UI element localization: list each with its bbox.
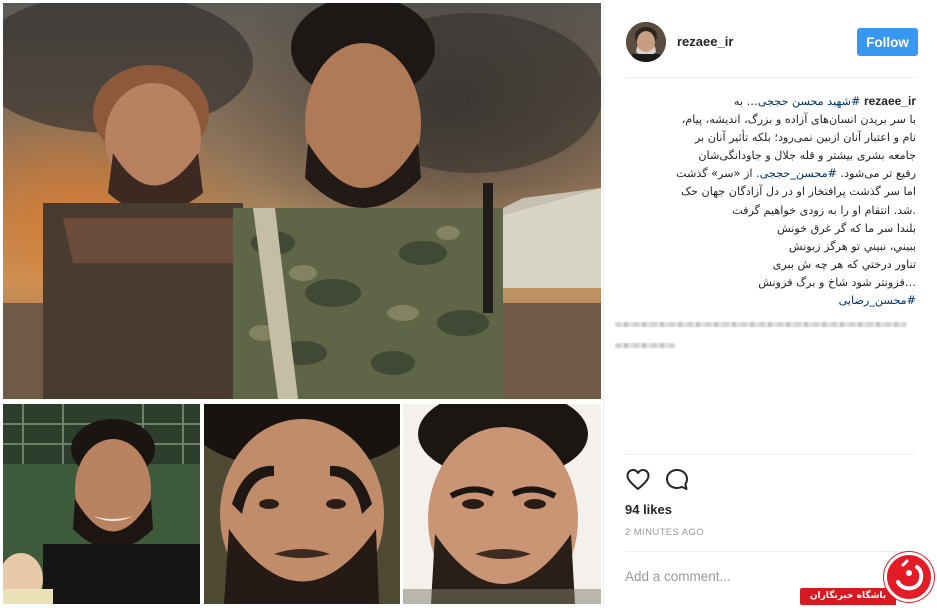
likes-count[interactable]: 94 likes <box>625 502 672 517</box>
caption-text: . از «سر» گذشت <box>676 167 760 181</box>
caption-line: جامعه بشری بیشتر و قله جلال و جاودانگی‌ش… <box>698 149 916 163</box>
post-header: rezaee_ir Follow <box>626 20 918 78</box>
redacted-comment <box>615 322 907 327</box>
comment-input[interactable] <box>625 566 875 586</box>
caption-line: ببيني، نبيني تو هرگز زبونش <box>788 239 916 253</box>
post-photo-portrait-smiling <box>3 404 200 604</box>
post-timestamp[interactable]: 2 MINUTES AGO <box>625 527 704 538</box>
actions-divider <box>625 454 915 455</box>
caption-line: تناور درختي که هر چه ش ببری <box>772 257 916 271</box>
caption-username[interactable]: rezaee_ir <box>864 94 916 108</box>
caption-text: رفیع تر می‌شود. <box>836 167 917 181</box>
hashtag-link[interactable]: #محسن_رضایی <box>626 292 916 310</box>
caption-line: rezaee_ir #شهید محسن حججی… به <box>626 92 916 111</box>
post-photo-portrait-closeup <box>204 404 400 604</box>
watermark-label: باشگاه خبرنگاران <box>800 588 896 605</box>
post-media-collage[interactable] <box>0 0 603 608</box>
caption-line: اما سر گذشت پرافتخار او در دل آزادگان جه… <box>681 185 916 199</box>
avatar[interactable] <box>626 22 666 62</box>
redacted-comment <box>615 343 675 348</box>
hashtag-link[interactable]: #محسن_حججی <box>760 167 837 180</box>
caption-line: …فزونتر شود شاخ و برگ فزونش <box>758 275 916 289</box>
heart-icon[interactable] <box>625 467 651 493</box>
caption-line: با سر بریدن انسان‌های آزاده و بزرگ، اندی… <box>681 113 916 127</box>
post-main-photo <box>3 3 601 399</box>
hashtag-link[interactable]: #شهید محسن حججی <box>758 95 861 108</box>
follow-button[interactable]: Follow <box>857 28 918 56</box>
club-logo-icon <box>884 552 934 602</box>
caption-line: .شد. انتقام او را به زودی خواهیم گرفت <box>732 203 916 217</box>
comment-bubble-icon[interactable] <box>664 467 690 493</box>
post-caption: rezaee_ir #شهید محسن حججی… به با سر برید… <box>626 92 916 310</box>
post-username[interactable]: rezaee_ir <box>677 34 733 49</box>
post-photo-portrait-white-bg <box>403 404 601 604</box>
caption-line: نام و اعتبار آنان ازبین نمی‌رود؛ بلکه تأ… <box>694 131 916 145</box>
caption-line: بلندا سر ما که گر غرق خونش <box>776 221 916 235</box>
caption-line: رفیع تر می‌شود. #محسن_حججی. از «سر» گذشت <box>626 165 916 183</box>
caption-text: … به <box>733 95 758 108</box>
